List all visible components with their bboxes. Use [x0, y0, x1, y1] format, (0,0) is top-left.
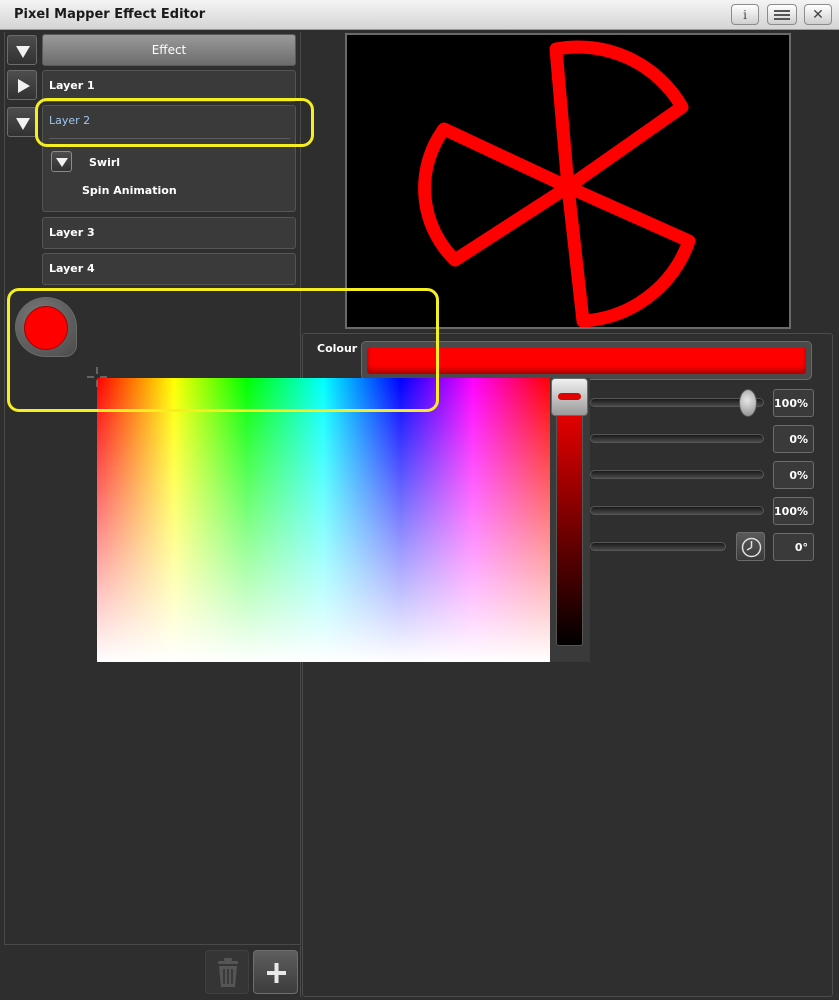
slider-3-value[interactable]: 0%: [773, 461, 814, 489]
brightness-slider[interactable]: [556, 386, 583, 646]
blade-top: [549, 40, 689, 194]
layer2-collapse-button[interactable]: [7, 107, 37, 137]
menu-button[interactable]: [767, 4, 797, 25]
trash-icon: [218, 958, 238, 987]
tree-item-layer-1[interactable]: Layer 1: [42, 70, 296, 102]
tree-item-layer-4[interactable]: Layer 4: [42, 253, 296, 285]
info-icon: i: [743, 7, 747, 22]
info-button[interactable]: i: [731, 4, 759, 25]
layer-label: Layer 1: [49, 79, 95, 92]
clock-button[interactable]: [736, 532, 765, 561]
slider-2-value[interactable]: 0%: [773, 425, 814, 453]
title-bar: Pixel Mapper Effect Editor i ✕: [0, 0, 839, 30]
colour-swatch: [24, 306, 68, 350]
swirl-preview-graphic: [418, 40, 696, 328]
layer-label: Layer 4: [49, 262, 95, 275]
colour-value-fill: [367, 347, 806, 374]
slider-3[interactable]: [590, 470, 764, 479]
close-button[interactable]: ✕: [804, 4, 832, 25]
slider-2[interactable]: [590, 434, 764, 443]
effect-collapse-button[interactable]: [7, 35, 37, 65]
clock-icon: [741, 537, 762, 558]
colour-value-bar[interactable]: [361, 341, 812, 380]
effect-preview: [345, 33, 791, 329]
menu-icon: [774, 9, 790, 20]
window-title: Pixel Mapper Effect Editor: [14, 7, 206, 22]
tree-item-swirl[interactable]: Swirl: [89, 156, 120, 169]
colour-picker-popup: [97, 378, 590, 662]
slider-5-value[interactable]: 0°: [773, 533, 814, 561]
crosshair-icon: [87, 367, 107, 387]
swirl-collapse-button[interactable]: [51, 151, 72, 172]
layer1-expand-button[interactable]: [7, 70, 37, 100]
delete-button[interactable]: [205, 950, 249, 994]
tree-item-spin-animation[interactable]: Spin Animation: [82, 184, 177, 197]
slider-1-value[interactable]: 100%: [773, 389, 814, 417]
divider: [49, 138, 290, 139]
colour-swatch-button[interactable]: [15, 297, 77, 357]
close-icon: ✕: [812, 6, 824, 23]
slider-1-thumb[interactable]: [739, 389, 757, 417]
brightness-thumb-mark: [558, 393, 581, 400]
blade-right: [561, 180, 696, 328]
layer-label: Layer 2: [49, 114, 91, 127]
brightness-thumb[interactable]: [551, 378, 588, 416]
slider-4[interactable]: [590, 506, 764, 515]
slider-5[interactable]: [590, 542, 726, 551]
collapse-arrow-icon: [16, 118, 30, 130]
effect-button[interactable]: Effect: [42, 34, 296, 66]
collapse-arrow-icon: [56, 158, 68, 167]
expand-arrow-icon: [18, 79, 30, 93]
slider-1[interactable]: [590, 398, 764, 407]
layer-label: Layer 3: [49, 226, 95, 239]
add-button[interactable]: [253, 950, 298, 994]
collapse-arrow-icon: [16, 46, 30, 58]
slider-4-value[interactable]: 100%: [773, 497, 814, 525]
colour-label: Colour: [317, 342, 358, 355]
plus-icon: [267, 963, 286, 983]
tree-item-layer-3[interactable]: Layer 3: [42, 217, 296, 249]
blade-left: [418, 122, 575, 267]
colour-spectrum[interactable]: [97, 378, 550, 662]
